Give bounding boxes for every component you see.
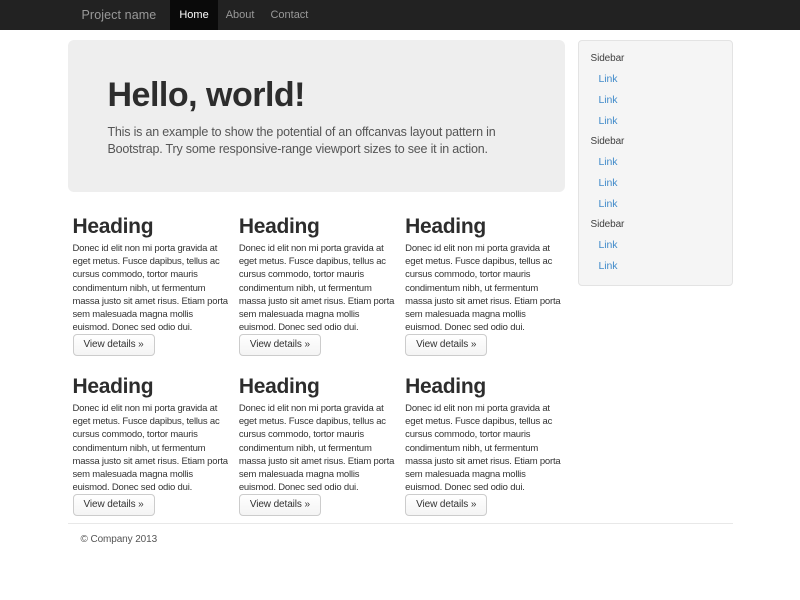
sidebar-link[interactable]: Link bbox=[591, 90, 720, 111]
sidebar-link[interactable]: Link bbox=[591, 256, 720, 277]
navbar-menu: HomeAboutContact bbox=[170, 0, 316, 30]
main-row: Hello, world! This is an example to show… bbox=[68, 30, 733, 516]
nav-item-about[interactable]: About bbox=[218, 0, 263, 30]
content-card: Heading Donec id elit non mi porta gravi… bbox=[73, 374, 232, 516]
card-body-text: Donec id elit non mi porta gravida at eg… bbox=[73, 402, 232, 490]
card-body-text: Donec id elit non mi porta gravida at eg… bbox=[239, 242, 398, 330]
jumbotron-title: Hello, world! bbox=[108, 76, 535, 114]
sidebar-link[interactable]: Link bbox=[591, 69, 720, 90]
card-body-text: Donec id elit non mi porta gravida at eg… bbox=[405, 402, 564, 490]
card-body-text: Donec id elit non mi porta gravida at eg… bbox=[73, 242, 232, 330]
navbar-inner: Project name HomeAboutContact bbox=[68, 0, 733, 30]
footer: © Company 2013 bbox=[68, 523, 733, 545]
view-details-button[interactable]: View details » bbox=[73, 334, 155, 356]
cards-row-1: Heading Donec id elit non mi porta gravi… bbox=[68, 214, 565, 356]
jumbotron: Hello, world! This is an example to show… bbox=[68, 40, 565, 192]
sidebar-header-1: Sidebar bbox=[591, 49, 720, 69]
sidebar-link[interactable]: Link bbox=[591, 194, 720, 215]
navbar: Project name HomeAboutContact bbox=[0, 0, 800, 30]
sidebar: SidebarLinkLinkLinkSidebarLinkLinkLinkSi… bbox=[578, 40, 733, 286]
content-card: Heading Donec id elit non mi porta gravi… bbox=[405, 374, 564, 516]
page-container: Hello, world! This is an example to show… bbox=[68, 30, 733, 545]
content-card: Heading Donec id elit non mi porta gravi… bbox=[73, 214, 232, 356]
cards-row-2: Heading Donec id elit non mi porta gravi… bbox=[68, 374, 565, 516]
view-details-button[interactable]: View details » bbox=[239, 334, 321, 356]
sidebar-header-2: Sidebar bbox=[591, 132, 720, 152]
content-card: Heading Donec id elit non mi porta gravi… bbox=[239, 214, 398, 356]
nav-item-contact[interactable]: Contact bbox=[262, 0, 316, 30]
card-heading: Heading bbox=[405, 374, 564, 400]
card-heading: Heading bbox=[239, 374, 398, 400]
card-heading: Heading bbox=[73, 214, 232, 240]
view-details-button[interactable]: View details » bbox=[239, 494, 321, 516]
view-details-button[interactable]: View details » bbox=[73, 494, 155, 516]
sidebar-link[interactable]: Link bbox=[591, 111, 720, 132]
sidebar-link[interactable]: Link bbox=[591, 235, 720, 256]
footer-divider bbox=[68, 523, 733, 524]
sidebar-header-3: Sidebar bbox=[591, 215, 720, 235]
content-card: Heading Donec id elit non mi porta gravi… bbox=[239, 374, 398, 516]
card-heading: Heading bbox=[405, 214, 564, 240]
card-heading: Heading bbox=[239, 214, 398, 240]
card-body-text: Donec id elit non mi porta gravida at eg… bbox=[405, 242, 564, 330]
content-card: Heading Donec id elit non mi porta gravi… bbox=[405, 214, 564, 356]
view-details-button[interactable]: View details » bbox=[405, 494, 487, 516]
card-heading: Heading bbox=[73, 374, 232, 400]
card-body-text: Donec id elit non mi porta gravida at eg… bbox=[239, 402, 398, 490]
sidebar-link[interactable]: Link bbox=[591, 173, 720, 194]
footer-copyright: © Company 2013 bbox=[81, 534, 733, 545]
jumbotron-description: This is an example to show the potential… bbox=[108, 124, 535, 159]
content-column: Hello, world! This is an example to show… bbox=[68, 30, 565, 516]
sidebar-link[interactable]: Link bbox=[591, 152, 720, 173]
navbar-brand[interactable]: Project name bbox=[68, 0, 171, 30]
view-details-button[interactable]: View details » bbox=[405, 334, 487, 356]
nav-item-home[interactable]: Home bbox=[170, 0, 217, 30]
